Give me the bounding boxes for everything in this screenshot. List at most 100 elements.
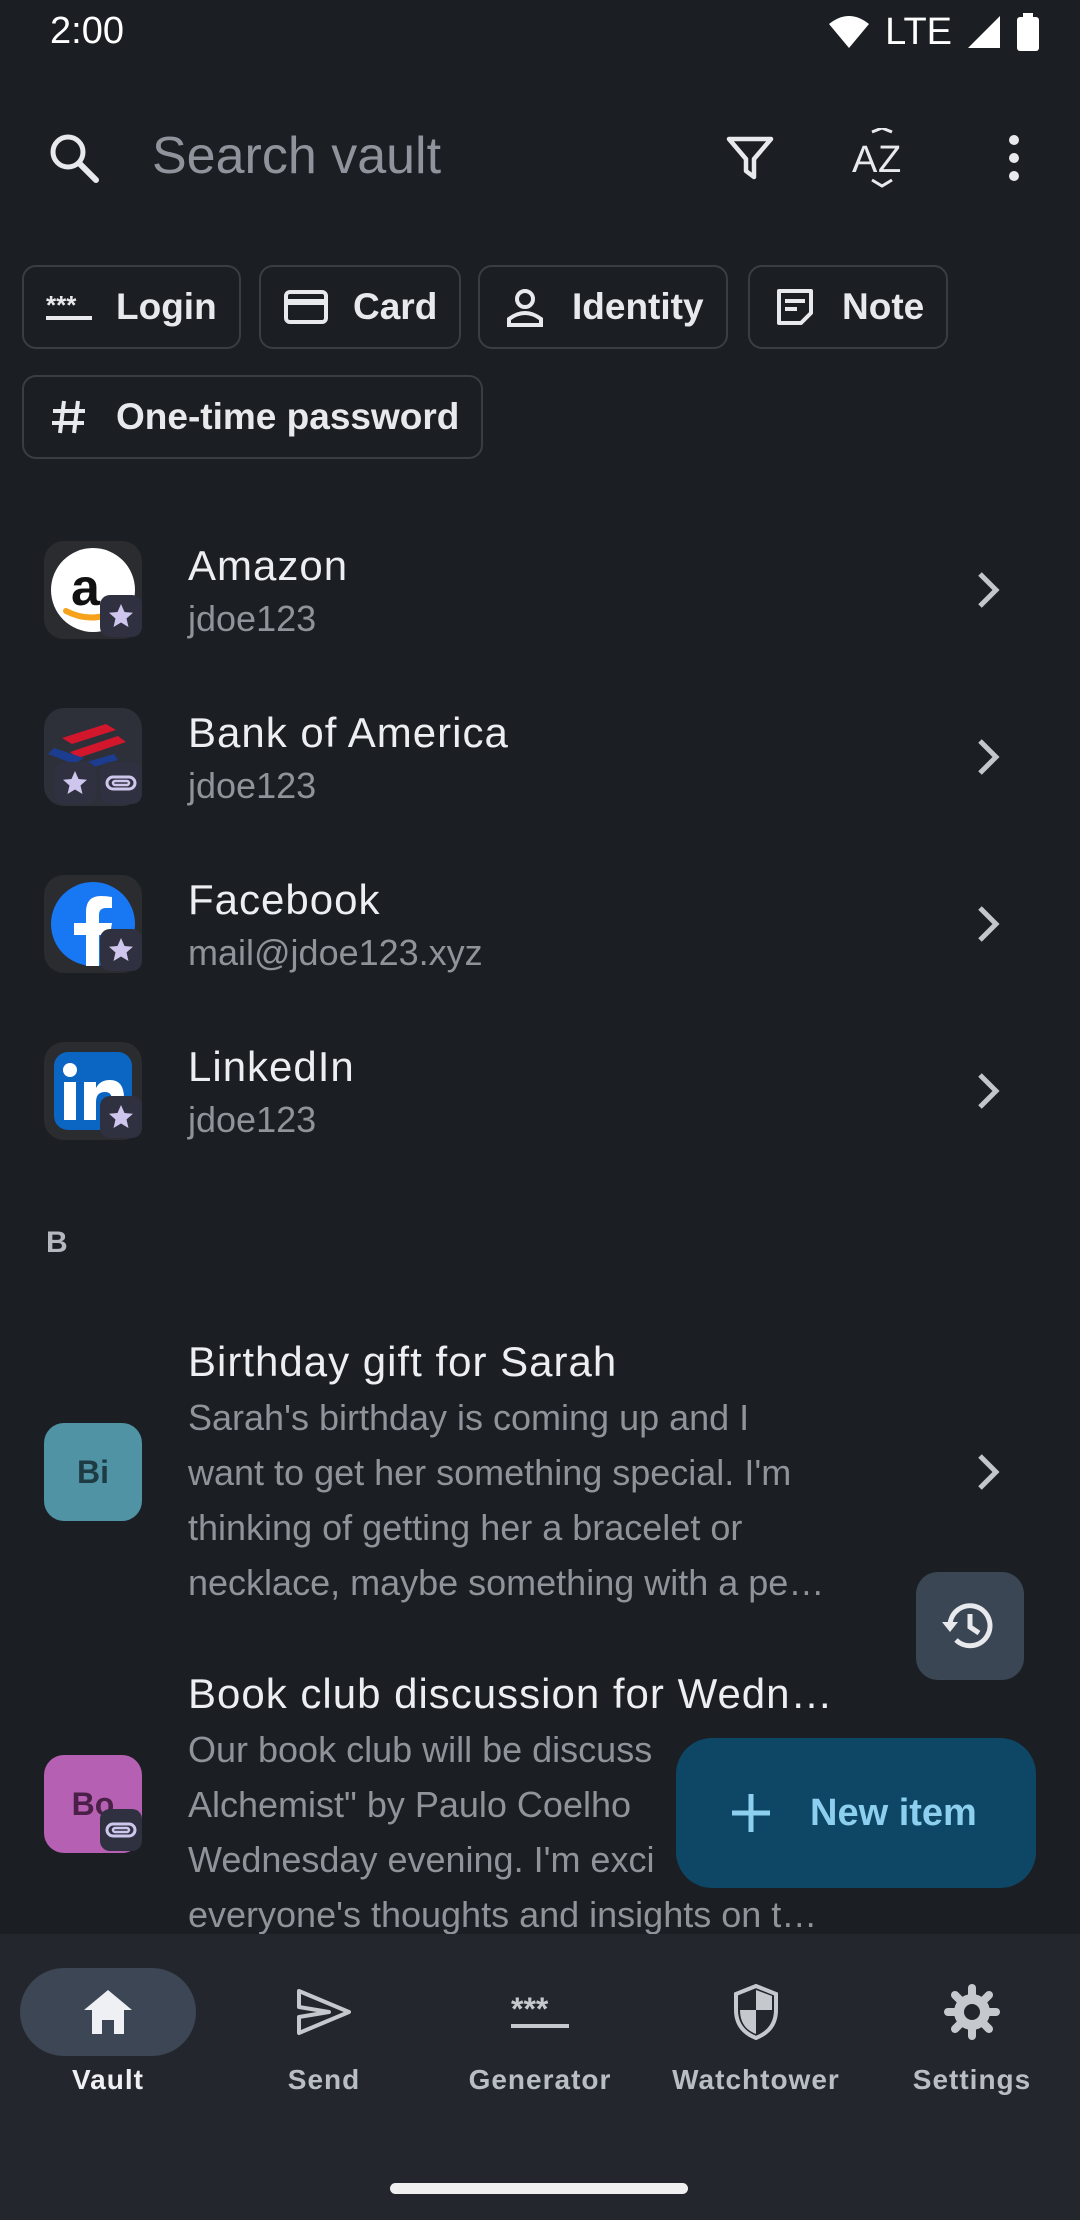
vault-item-amazon[interactable]: a Amazon jdoe123 <box>0 520 1080 660</box>
item-title: Amazon <box>188 542 349 589</box>
item-subtitle: jdoe123 <box>188 598 317 639</box>
star-icon <box>109 604 133 627</box>
chevron-right-icon <box>978 1454 1000 1490</box>
filter-button[interactable] <box>714 122 786 194</box>
nav-label: Watchtower <box>672 2064 840 2095</box>
hash-icon <box>44 392 94 442</box>
status-icons: LTE <box>827 8 1040 56</box>
chevron-right-icon <box>978 572 1000 608</box>
battery-icon <box>1017 13 1039 51</box>
nav-label: Send <box>287 2064 361 2095</box>
note-preview-line: want to get her something special. I'm <box>188 1452 792 1493</box>
password-dots-icon: *** <box>511 1992 569 2028</box>
search-icon[interactable] <box>46 130 102 186</box>
chip-label: One-time password <box>116 396 460 437</box>
chip-label: Card <box>353 286 438 327</box>
chip-one-time-password[interactable]: One-time password <box>22 375 484 459</box>
svg-text:a: a <box>71 559 101 617</box>
nav-settings[interactable]: Settings <box>864 1968 1080 2108</box>
chip-card[interactable]: Card <box>259 265 462 349</box>
gear-icon <box>944 1984 1000 2040</box>
item-title: LinkedIn <box>188 1043 355 1090</box>
favorite-badge <box>54 762 96 804</box>
chip-identity[interactable]: Identity <box>478 265 728 349</box>
shield-icon <box>734 1984 778 2040</box>
star-icon <box>109 938 133 961</box>
note-avatar: Bi <box>44 1423 142 1521</box>
more-options-button[interactable] <box>978 122 1050 194</box>
vault-item-facebook[interactable]: Facebook mail@jdoe123.xyz <box>0 854 1080 994</box>
search-input[interactable] <box>152 118 672 194</box>
nav-send[interactable]: Send <box>216 1968 432 2108</box>
new-item-button[interactable]: New item <box>676 1738 1036 1888</box>
nav-label: Settings <box>912 2064 1032 2095</box>
home-icon <box>84 1990 132 2034</box>
wifi-icon <box>829 16 870 48</box>
password-dots-icon: *** <box>44 282 94 332</box>
item-title: Birthday gift for Sarah <box>188 1338 618 1385</box>
attachment-badge <box>100 762 142 804</box>
attachment-badge <box>100 1809 142 1851</box>
history-icon <box>942 1603 993 1649</box>
chip-label: Identity <box>572 286 704 327</box>
vault-item-birthday-note[interactable]: Bi Birthday gift for Sarah Sarah's birth… <box>0 1320 1080 1620</box>
nav-vault[interactable]: Vault <box>0 1968 216 2108</box>
nav-label: Vault <box>72 2064 144 2095</box>
sort-button[interactable]: A Z <box>846 122 918 194</box>
chevron-right-icon <box>978 739 1000 775</box>
nav-indicator: *** <box>452 1968 628 2056</box>
note-preview: Sarah's birthday is coming up and I want… <box>188 1390 868 1610</box>
new-item-label: New item <box>810 1791 977 1834</box>
chevron-right-icon <box>978 906 1000 942</box>
credit-card-icon <box>281 282 331 332</box>
note-preview-line: thinking of getting her a bracelet or <box>188 1507 743 1548</box>
vault-item-linkedin[interactable]: LinkedIn jdoe123 <box>0 1021 1080 1161</box>
sticky-note-icon <box>770 282 820 332</box>
chip-label: Note <box>842 286 925 327</box>
paperclip-icon <box>105 775 137 791</box>
chip-label: Login <box>116 286 217 327</box>
search-bar: A Z <box>0 100 1080 210</box>
network-label: LTE <box>885 10 952 53</box>
svg-text:A: A <box>852 139 878 181</box>
more-vert-icon <box>1009 135 1019 181</box>
home-indicator[interactable] <box>390 2183 688 2194</box>
item-subtitle: jdoe123 <box>188 1099 317 1140</box>
star-icon <box>63 771 87 794</box>
note-preview-line: Sarah's birthday is coming up and I <box>188 1397 750 1438</box>
favorite-badge <box>100 1096 142 1138</box>
chip-note[interactable]: Note <box>748 265 949 349</box>
nav-indicator <box>20 1968 196 2056</box>
nav-watchtower[interactable]: Watchtower <box>648 1968 864 2108</box>
status-time: 2:00 <box>50 10 124 52</box>
nav-indicator <box>884 1968 1060 2056</box>
svg-text:***: *** <box>46 292 77 320</box>
favorite-badge <box>100 595 142 637</box>
note-preview-line: necklace, maybe something with a pe… <box>188 1562 825 1603</box>
star-icon <box>109 1105 133 1128</box>
person-icon <box>500 282 550 332</box>
paperclip-icon <box>105 1822 137 1838</box>
signal-icon <box>968 16 1000 48</box>
section-header: B <box>46 1226 68 1259</box>
vault-item-bank-of-america[interactable]: Bank of America jdoe123 <box>0 687 1080 827</box>
nav-generator[interactable]: *** Generator <box>432 1968 648 2108</box>
svg-text:***: *** <box>511 1992 549 2027</box>
filter-icon <box>726 136 774 180</box>
nav-indicator <box>236 1968 412 2056</box>
bottom-navigation: Vault Send *** Generator Watchtower Sett… <box>0 1934 1080 2220</box>
plus-icon <box>732 1794 770 1832</box>
item-title: Bank of America <box>188 709 509 756</box>
chevron-right-icon <box>978 1073 1000 1109</box>
item-subtitle: jdoe123 <box>188 765 317 806</box>
chip-login[interactable]: *** Login <box>22 265 241 349</box>
send-icon <box>297 1989 351 2035</box>
item-title: Book club discussion for Wedn… <box>188 1670 834 1717</box>
history-button[interactable] <box>916 1572 1024 1680</box>
svg-text:Z: Z <box>878 139 901 181</box>
nav-indicator <box>668 1968 844 2056</box>
sort-az-icon: A Z <box>852 128 901 188</box>
favorite-badge <box>100 929 142 971</box>
note-preview-line: everyone's thoughts and insights on t… <box>188 1894 818 1934</box>
item-title: Facebook <box>188 876 381 923</box>
